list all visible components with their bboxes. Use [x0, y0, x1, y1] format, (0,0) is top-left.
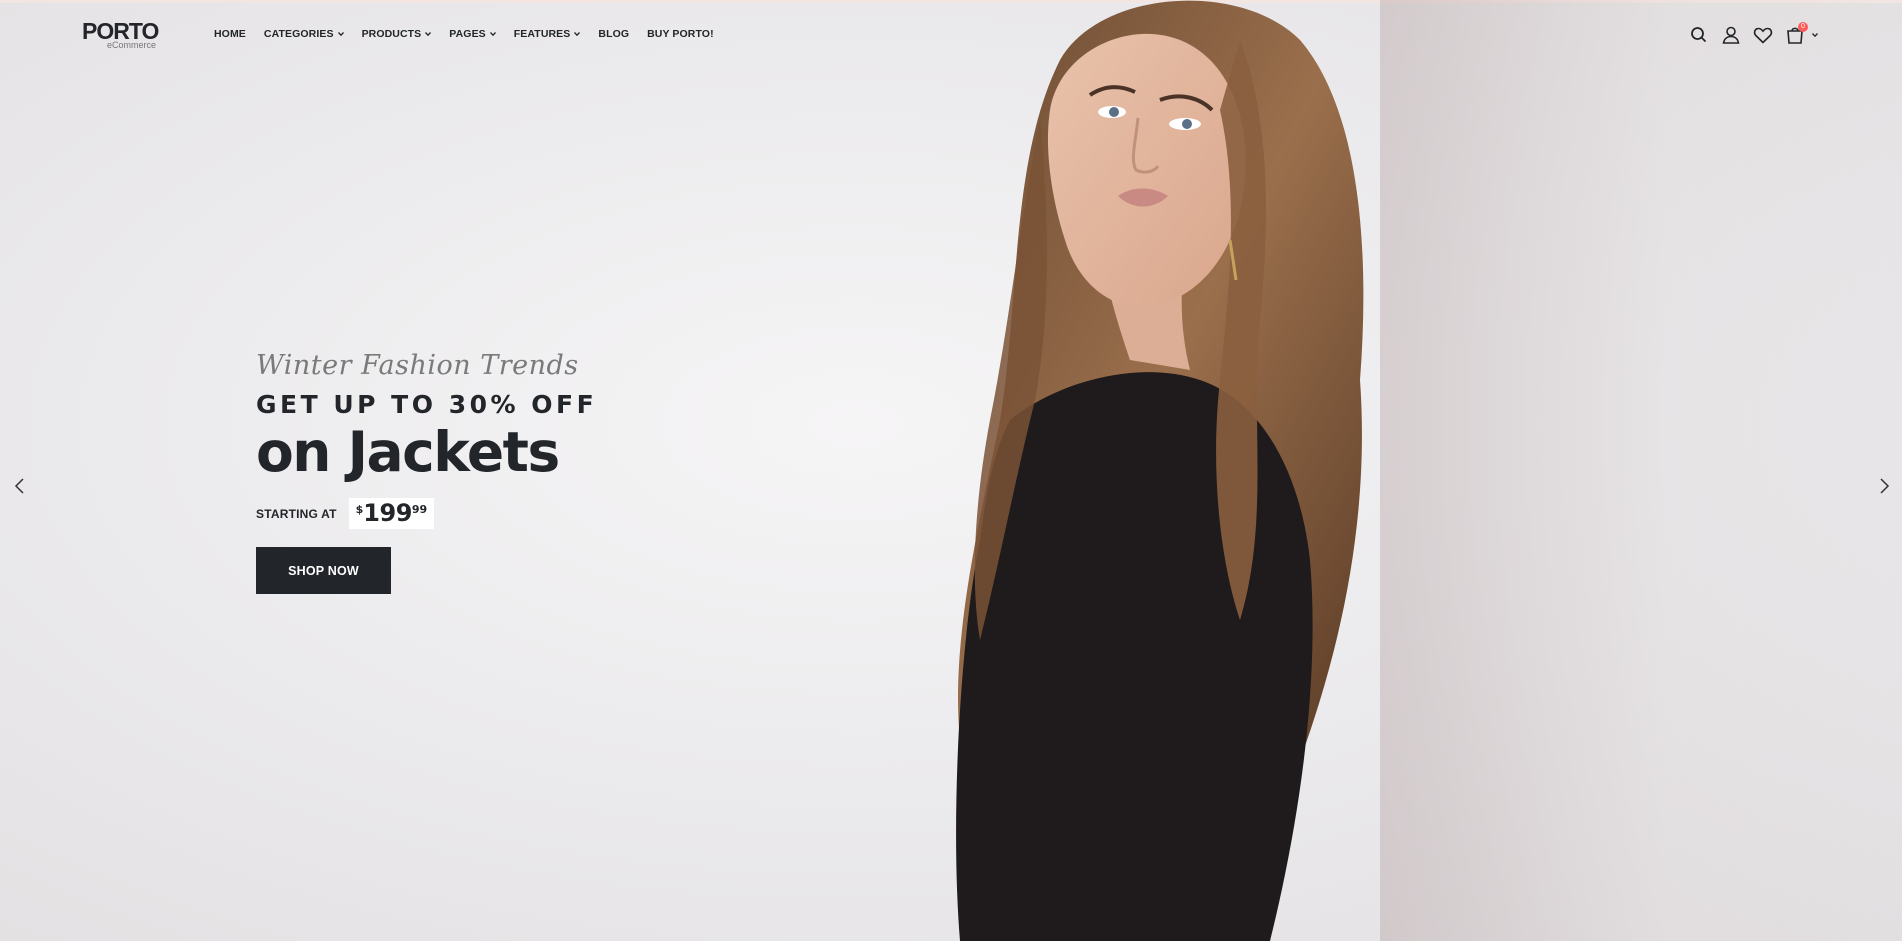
- price-decimal: 99: [411, 503, 428, 516]
- nav-features[interactable]: FEATURES: [514, 28, 581, 40]
- price-box: $ 199 99: [348, 498, 435, 529]
- site-header: PORTO eCommerce HOME CATEGORIES PRODUCTS…: [0, 0, 1902, 70]
- nav-buy-porto[interactable]: BUY PORTO!: [647, 28, 714, 40]
- header-actions: 0: [1688, 22, 1818, 46]
- hero-headline: on Jackets: [256, 420, 560, 484]
- chevron-down-icon: [574, 32, 581, 37]
- nav-label: BLOG: [598, 28, 630, 40]
- price-integer: 199: [363, 499, 412, 527]
- nav-categories[interactable]: CATEGORIES: [264, 28, 344, 40]
- hero-script-title: Winter Fashion Trends: [256, 350, 579, 381]
- nav-label: CATEGORIES: [263, 28, 334, 40]
- price-currency: $: [355, 503, 364, 516]
- cart-bag-icon[interactable]: 0: [1784, 22, 1808, 46]
- nav-label: HOME: [214, 28, 246, 40]
- chevron-down-icon: [425, 32, 432, 37]
- nav-home[interactable]: HOME: [214, 28, 246, 40]
- nav-label: FEATURES: [513, 28, 571, 40]
- chevron-left-icon: [14, 478, 24, 494]
- slider-next-arrow[interactable]: [1876, 476, 1892, 496]
- site-logo[interactable]: PORTO eCommerce: [82, 18, 162, 52]
- chevron-down-icon: [337, 32, 344, 37]
- price-row: STARTING AT $ 199 99: [256, 498, 597, 529]
- nav-products[interactable]: PRODUCTS: [362, 28, 432, 40]
- shop-now-button[interactable]: SHOP NOW: [256, 547, 391, 594]
- nav-pages[interactable]: PAGES: [449, 28, 496, 40]
- starting-at-label: STARTING AT: [256, 506, 337, 521]
- nav-blog[interactable]: BLOG: [598, 28, 629, 40]
- hero-offer-text: GET UP TO 30% OFF: [256, 390, 598, 419]
- wishlist-heart-icon[interactable]: [1752, 24, 1774, 46]
- search-icon[interactable]: [1688, 24, 1710, 46]
- nav-label: PRODUCTS: [361, 28, 422, 40]
- hero-content: Winter Fashion Trends GET UP TO 30% OFF …: [256, 350, 597, 594]
- chevron-down-icon: [489, 32, 496, 37]
- nav-label: PAGES: [449, 28, 486, 40]
- slider-prev-arrow[interactable]: [12, 476, 28, 496]
- cart-count-badge: 0: [1798, 22, 1808, 32]
- nav-label: BUY PORTO!: [647, 28, 714, 40]
- chevron-right-icon: [1880, 478, 1890, 494]
- user-icon[interactable]: [1720, 24, 1742, 46]
- logo-subtitle: eCommerce: [106, 40, 156, 50]
- hero-model-image: [956, 0, 1364, 941]
- main-nav: HOME CATEGORIES PRODUCTS PAGES FEATURES …: [214, 28, 732, 40]
- chevron-down-icon[interactable]: [1812, 32, 1818, 38]
